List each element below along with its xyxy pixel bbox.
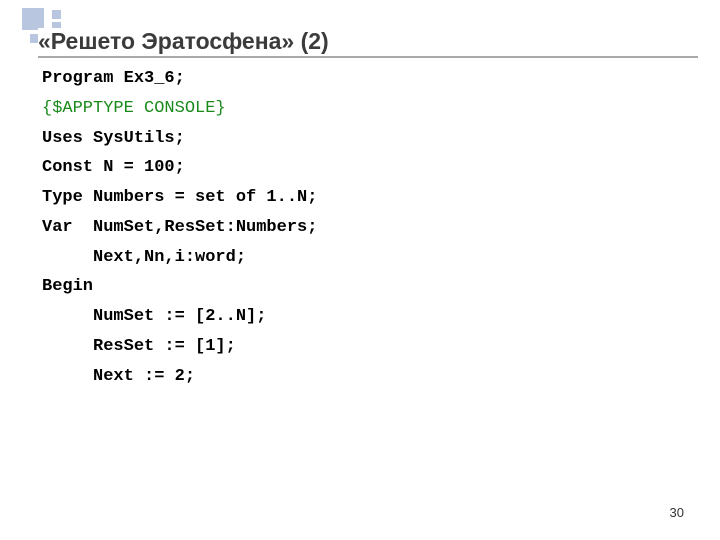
slide-title: «Решето Эратосфена» (2)	[38, 28, 335, 55]
code-line: {$APPTYPE CONSOLE}	[42, 94, 680, 124]
code-line: Next,Nn,i:word;	[42, 243, 680, 273]
code-line: Program Ex3_6;	[42, 64, 680, 94]
deco-square-small	[52, 10, 61, 19]
code-line: Type Numbers = set of 1..N;	[42, 183, 680, 213]
code-line: Const N = 100;	[42, 153, 680, 183]
code-line: Var NumSet,ResSet:Numbers;	[42, 213, 680, 243]
page-number: 30	[670, 505, 684, 520]
code-line: Uses SysUtils;	[42, 124, 680, 154]
title-underline	[38, 56, 698, 58]
code-block: Program Ex3_6; {$APPTYPE CONSOLE} Uses S…	[42, 64, 680, 391]
code-line: ResSet := [1];	[42, 332, 680, 362]
code-line: Begin	[42, 272, 680, 302]
code-line: Next := 2;	[42, 362, 680, 392]
code-line: NumSet := [2..N];	[42, 302, 680, 332]
deco-square-large	[22, 8, 44, 30]
